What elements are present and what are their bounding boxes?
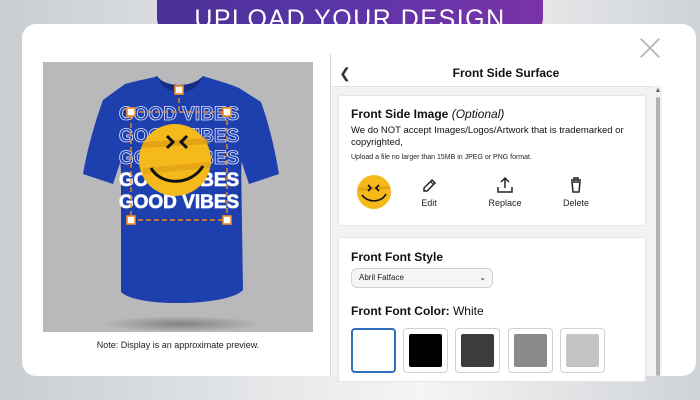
chevron-down-icon: ⌄ [479, 273, 486, 282]
swatch-fill-white [358, 335, 391, 368]
swatch-fill-dark-gray [461, 334, 494, 367]
swatch-black[interactable] [403, 328, 448, 373]
edit-label: Edit [421, 198, 437, 208]
swatch-fill-gray [514, 334, 547, 367]
scrollbar-thumb[interactable] [656, 97, 660, 376]
panel-title: Front Side Surface [452, 66, 560, 80]
swatch-white[interactable] [351, 328, 396, 373]
font-color-title: Front Font Color: White [351, 304, 484, 318]
close-icon[interactable] [636, 34, 664, 62]
delete-label: Delete [562, 198, 589, 208]
optional-label: (Optional) [451, 107, 505, 121]
scroll-up-icon[interactable]: ▲ [654, 87, 662, 95]
font-style-title: Front Font Style [351, 250, 443, 264]
back-chevron-icon[interactable]: ❮ [337, 64, 353, 82]
swatch-gray[interactable] [508, 328, 553, 373]
preview-note: Note: Display is an approximate preview. [96, 340, 260, 350]
tshirt-preview: GOOD VIBES GOOD VIBES GOOD VIBES GOOD VI… [43, 62, 313, 332]
delete-button[interactable]: Delete [554, 176, 598, 208]
design-thumbnail [357, 175, 391, 209]
front-image-title-text: Front Side Image [351, 107, 449, 121]
trash-icon [571, 177, 581, 193]
font-color-value: White [452, 304, 484, 318]
swatch-fill-black [409, 334, 442, 367]
edit-button[interactable]: Edit [411, 176, 447, 208]
replace-label: Replace [488, 198, 522, 208]
smiley-face [139, 124, 211, 196]
front-image-card: Front Side Image (Optional) We do NOT ac… [338, 95, 646, 226]
font-style-value: Abril Fatface [359, 273, 404, 282]
swatch-light-gray[interactable] [560, 328, 605, 373]
swatch-fill-light-gray [566, 334, 599, 367]
trademark-warning: We do NOT accept Images/Logos/Artwork th… [351, 125, 624, 148]
panel-header: Front Side Surface ❮ [331, 62, 681, 86]
upload-icon [497, 176, 513, 193]
swatch-dark-gray[interactable] [455, 328, 500, 373]
pencil-icon [423, 178, 437, 192]
replace-button[interactable]: Replace [477, 176, 533, 208]
font-style-select[interactable]: Abril Fatface ⌄ [351, 268, 493, 288]
front-font-card: Front Font Style Abril Fatface ⌄ Front F… [338, 237, 646, 382]
tshirt-mockup: GOOD VIBES GOOD VIBES GOOD VIBES GOOD VI… [83, 76, 279, 332]
front-image-title: Front Side Image (Optional) [351, 107, 504, 121]
upload-hint: Upload a file no larger than 15MB in JPE… [351, 154, 532, 161]
font-color-title-text: Front Font Color: [351, 304, 450, 318]
